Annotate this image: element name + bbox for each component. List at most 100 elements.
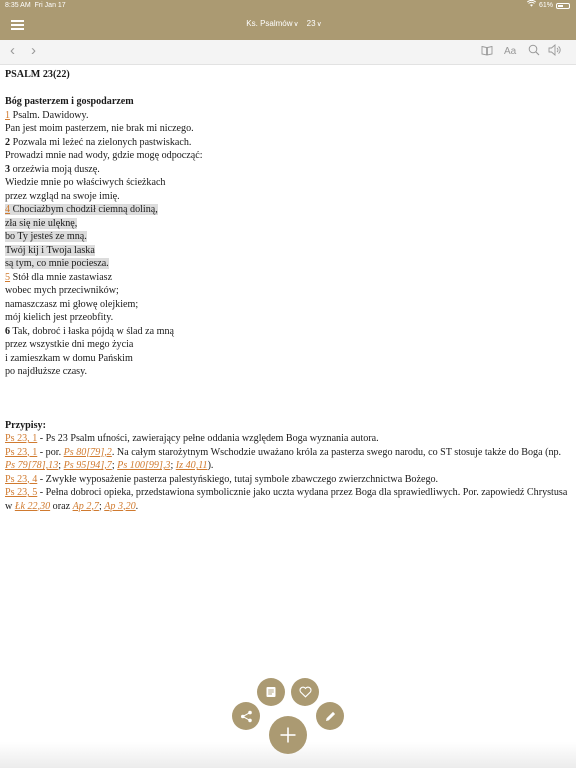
add-button[interactable] <box>269 716 307 754</box>
verse-text: i zamieszkam w domu Pańskim <box>5 352 133 364</box>
heart-icon <box>299 686 312 698</box>
cross-reference-link[interactable]: Ps 79[78],13 <box>5 460 58 471</box>
battery-percent: 61% <box>538 2 553 9</box>
verse-text-wrap: 2 Pozwala mi leżeć na zielonych pastwisk… <box>5 137 191 148</box>
footnote: Ps 23, 1 - Ps 23 Psalm ufności, zawieraj… <box>5 432 571 446</box>
verse-line: 5 Stół dla mnie zastawiasz <box>5 271 571 285</box>
footnote-text: - por. <box>37 446 64 458</box>
psalm-heading: PSALM 23(22) <box>5 69 70 80</box>
verse-text: po najdłuższe czasy. <box>5 366 88 377</box>
footnote-text: . Na całym starożytnym Wschodzie uważano… <box>111 446 562 458</box>
footnote-reference-link[interactable]: Ps 23, 5 <box>5 487 37 498</box>
verse-line: 4 Chociażbym chodził ciemną doliną, <box>5 203 571 217</box>
verse-number-link[interactable]: 5 <box>5 272 10 283</box>
footnote-text: - Zwykłe wyposażenie pasterza palestyńsk… <box>37 473 439 485</box>
search-icon[interactable] <box>528 44 540 61</box>
verse-text: Chociażbym chodził ciemną doliną, <box>12 204 158 215</box>
verse-text-wrap: mój kielich jest przeobfity. <box>5 312 113 323</box>
book-selector[interactable]: Ks. Psalmów∨ <box>246 19 306 28</box>
verse-text: Twój kij i Twoja laska <box>5 244 95 256</box>
top-bar: 8:35 AM Fri Jan 17 61% Ks. Psalmów∨ 23∨ <box>0 0 576 40</box>
footnote-text: oraz <box>50 500 73 512</box>
footnote-reference-link[interactable]: Ps 23, 1 <box>5 433 37 444</box>
share-icon <box>240 710 253 723</box>
font-size-icon[interactable]: Aa <box>504 45 516 59</box>
verse-text: przez wzgląd na swoje imię. <box>5 190 120 202</box>
verse-number-link[interactable]: 1 <box>5 110 10 121</box>
chapter-selector[interactable]: 23∨ <box>307 19 330 28</box>
verse-text: Pozwala mi leżeć na zielonych pastwiskac… <box>12 136 192 148</box>
verse-text: Pan jest moim pasterzem, nie brak mi nic… <box>5 123 194 134</box>
chapter-number: 23 <box>306 19 316 28</box>
footnotes-heading: Przypisy: <box>5 419 46 431</box>
verse-number-link[interactable]: 4 <box>5 204 10 215</box>
verse-text-wrap: przez wszystkie dni mego życia <box>5 339 133 350</box>
verse-line: zła się nie ulęknę, <box>5 217 571 231</box>
highlighted-text: bo Ty jesteś ze mną. <box>5 231 87 242</box>
verse-line: przez wszystkie dni mego życia <box>5 338 571 352</box>
book-icon[interactable] <box>481 45 493 61</box>
status-time-text: 8:35 AM <box>5 2 31 9</box>
back-arrow-icon[interactable]: ‹ <box>10 43 15 59</box>
verse-text-wrap: 6 Tak, dobroć i łaska pójdą w ślad za mn… <box>5 326 174 337</box>
footnote-list: Ps 23, 1 - Ps 23 Psalm ufności, zawieraj… <box>5 432 571 513</box>
verse-line: 2 Pozwala mi leżeć na zielonych pastwisk… <box>5 136 571 150</box>
plus-icon <box>279 726 297 744</box>
highlighted-text: Twój kij i Twoja laska <box>5 244 95 256</box>
verse-text-wrap: przez wzgląd na swoje imię. <box>5 191 120 202</box>
forward-arrow-icon[interactable]: › <box>31 43 36 59</box>
verse-number: 3 <box>5 163 11 175</box>
verse-line: Prowadzi mnie nad wody, gdzie mogę odpoc… <box>5 149 571 163</box>
verse-line: 3 orzeźwia moją duszę. <box>5 163 571 177</box>
verse-line: po najdłuższe czasy. <box>5 365 571 379</box>
cross-reference-link[interactable]: Ap 2,7 <box>73 501 99 512</box>
verse-line: 1 Psalm. Dawidowy. <box>5 109 571 123</box>
add-note-button[interactable] <box>257 678 285 706</box>
verse-text-wrap: 5 Stół dla mnie zastawiasz <box>5 272 112 283</box>
verse-line: bo Ty jesteś ze mną. <box>5 230 571 244</box>
cross-reference-link[interactable]: Ap 3,20 <box>104 501 135 512</box>
verse-text: Prowadzi mnie nad wody, gdzie mogę odpoc… <box>5 150 203 161</box>
font-size-label: Aa <box>504 46 517 57</box>
cross-reference-link[interactable]: Ps 80[79],2 <box>64 447 112 458</box>
footnote-text: - Ps 23 Psalm ufności, zawierający pełne… <box>37 433 379 444</box>
edit-button[interactable] <box>316 702 344 730</box>
verse-line: i zamieszkam w domu Pańskim <box>5 352 571 366</box>
cross-reference-link[interactable]: Ps 100[99],3 <box>117 460 170 471</box>
cross-reference-link[interactable]: Ps 95[94],7 <box>64 460 112 471</box>
chapter-content: PSALM 23(22) Bóg pasterzem i gospodarzem… <box>5 68 571 513</box>
reader-toolbar: ‹ › Aa <box>0 40 576 65</box>
share-button[interactable] <box>232 702 260 730</box>
verse-line: Twój kij i Twoja laska <box>5 244 571 258</box>
verse-text: Wiedzie mnie po właściwych ścieżkach <box>5 177 166 188</box>
chevron-down-icon: ∨ <box>316 21 322 28</box>
verse-text: Psalm. Dawidowy. <box>12 109 89 121</box>
verse-line: Pan jest moim pasterzem, nie brak mi nic… <box>5 122 571 136</box>
verse-line: mój kielich jest przeobfity. <box>5 311 571 325</box>
favorite-button[interactable] <box>291 678 319 706</box>
verse-text: mój kielich jest przeobfity. <box>5 312 114 323</box>
verse-text-wrap: Wiedzie mnie po właściwych ścieżkach <box>5 177 165 188</box>
footnote: Ps 23, 1 - por. Ps 80[79],2. Na całym st… <box>5 446 571 473</box>
footnote: Ps 23, 5 - Pełna dobroci opieka, przedst… <box>5 486 571 513</box>
verse-text: wobec mych przeciwników; <box>5 285 119 296</box>
cross-reference-link[interactable]: Łk 22,30 <box>15 501 50 512</box>
highlighted-text: 4 Chociażbym chodził ciemną doliną, <box>5 204 158 215</box>
cross-reference-link[interactable]: Iz 40,11 <box>176 460 208 471</box>
speaker-icon[interactable] <box>548 44 562 61</box>
verse-text: zła się nie ulęknę, <box>5 217 78 229</box>
pencil-icon <box>324 710 337 723</box>
verse-text: przez wszystkie dni mego życia <box>5 339 134 350</box>
footnote-reference-link[interactable]: Ps 23, 4 <box>5 474 37 485</box>
book-chapter-selector: Ks. Psalmów∨ 23∨ <box>0 17 576 32</box>
note-icon <box>265 686 277 698</box>
battery-icon <box>556 3 570 9</box>
footnote: Ps 23, 4 - Zwykłe wyposażenie pasterza p… <box>5 473 571 487</box>
wifi-icon <box>526 0 537 12</box>
verse-number: 6 <box>5 325 11 337</box>
chevron-down-icon: ∨ <box>293 21 299 28</box>
footnote-reference-link[interactable]: Ps 23, 1 <box>5 447 37 458</box>
verse-text: bo Ty jesteś ze mną. <box>5 231 87 242</box>
verse-text-wrap: wobec mych przeciwników; <box>5 285 119 296</box>
verse-text: Tak, dobroć i łaska pójdą w ślad za mną <box>12 325 174 337</box>
